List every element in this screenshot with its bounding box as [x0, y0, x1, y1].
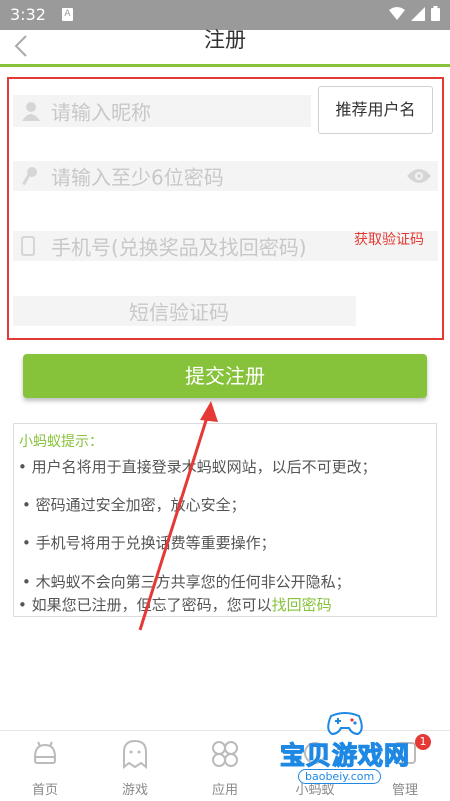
tip-item-last: • 如果您已注册，但忘了密码，您可以找回密码	[18, 594, 332, 615]
key-icon	[22, 167, 37, 186]
tab-home[interactable]: 首页	[0, 731, 90, 801]
battery-icon	[431, 6, 440, 21]
user-icon	[22, 102, 40, 121]
notification-badge: 1	[415, 734, 431, 750]
watermark-url: baobeiy.com	[298, 769, 382, 784]
nickname-placeholder: 请输入昵称	[51, 100, 151, 125]
phone-icon	[21, 236, 35, 256]
phone-placeholder: 手机号(兑换奖品及找回密码)	[51, 235, 307, 260]
tips-box: 小蚂蚁提示： • 用户名将用于直接登录木蚂蚁网站，以后不可更改； • 密码通过安…	[13, 423, 437, 617]
tab-games[interactable]: 游戏	[90, 731, 180, 801]
header-divider	[0, 64, 450, 67]
password-input[interactable]: 请输入至少6位密码	[13, 161, 438, 191]
page-title: 注册	[204, 28, 246, 52]
site-watermark: 宝贝游戏网 baobeiy.com	[279, 708, 430, 788]
sim-icon: A	[62, 8, 73, 21]
status-icons	[389, 6, 440, 21]
tab-apps[interactable]: 应用	[180, 731, 270, 801]
tip-item: • 用户名将用于直接登录木蚂蚁网站，以后不可更改；	[18, 458, 377, 476]
nickname-input[interactable]: 请输入昵称	[13, 95, 311, 127]
wifi-icon	[389, 6, 405, 20]
tips-heading: 小蚂蚁提示：	[19, 434, 103, 450]
registration-form: 请输入昵称 推荐用户名 请输入至少6位密码 手机号(兑换奖品及找回密码) 短信验…	[7, 77, 444, 340]
ghost-icon	[123, 739, 147, 769]
recommend-username-button[interactable]: 推荐用户名	[318, 86, 433, 134]
android-robot-icon	[33, 741, 57, 764]
tab-label: 游戏	[121, 783, 148, 798]
tab-label: 首页	[31, 783, 58, 798]
tip-text: • 如果您已注册，但忘了密码，您可以	[18, 596, 272, 614]
find-password-link[interactable]: 找回密码	[272, 596, 332, 614]
tip-item: • 木蚂蚁不会向第三方共享您的任何非公开隐私；	[22, 573, 351, 591]
eye-icon[interactable]	[406, 168, 432, 184]
header: 注册	[0, 28, 450, 64]
tab-label: 应用	[211, 783, 238, 798]
password-placeholder: 请输入至少6位密码	[51, 165, 224, 190]
apps-grid-icon	[212, 741, 238, 767]
submit-register-button[interactable]: 提交注册	[23, 354, 427, 398]
signal-icon	[411, 6, 425, 21]
sms-code-input[interactable]: 短信验证码	[13, 296, 356, 326]
gamepad-icon	[327, 712, 363, 736]
tip-item: • 密码通过安全加密，放心安全；	[22, 496, 246, 514]
watermark-text: 宝贝游戏网	[279, 740, 411, 770]
status-time: 3:32	[10, 5, 46, 24]
get-code-button[interactable]: 获取验证码	[354, 229, 424, 249]
tip-item: • 手机号将用于兑换话费等重要操作；	[22, 534, 276, 552]
sms-code-placeholder: 短信验证码	[129, 300, 229, 325]
